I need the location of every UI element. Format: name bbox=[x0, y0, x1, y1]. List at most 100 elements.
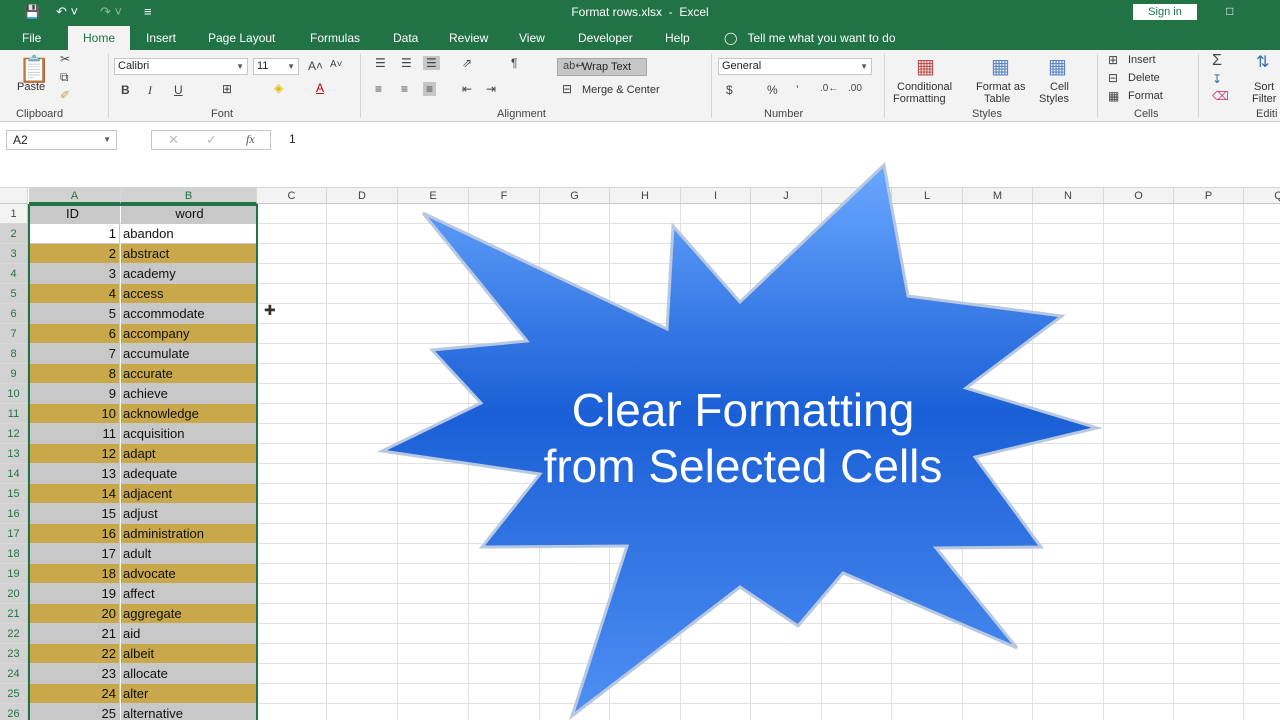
decrease-decimal-icon[interactable]: .00 bbox=[848, 83, 862, 94]
format-painter-icon[interactable]: ✐ bbox=[60, 88, 70, 102]
id-cell[interactable]: 18 bbox=[29, 564, 120, 584]
header-cell-word[interactable]: word bbox=[121, 204, 256, 224]
row-header[interactable]: 12 bbox=[0, 424, 28, 444]
word-cell[interactable]: abstract bbox=[121, 244, 256, 264]
insert-function-icon[interactable]: fx bbox=[246, 132, 255, 147]
row-header[interactable]: 10 bbox=[0, 384, 28, 404]
text-direction-icon[interactable]: ¶ bbox=[511, 56, 517, 70]
merge-center-icon[interactable]: ⊟ bbox=[562, 82, 572, 96]
column-header-b[interactable]: B bbox=[121, 188, 257, 204]
tab-data[interactable]: Data bbox=[387, 26, 424, 50]
id-cell[interactable]: 24 bbox=[29, 684, 120, 704]
word-cell[interactable]: alter bbox=[121, 684, 256, 704]
percent-icon[interactable]: % bbox=[767, 83, 778, 97]
tab-insert[interactable]: Insert bbox=[140, 26, 182, 50]
align-center-icon[interactable]: ≡ bbox=[401, 82, 408, 96]
tab-developer[interactable]: Developer bbox=[572, 26, 639, 50]
conditional-formatting-icon[interactable]: ▦ bbox=[916, 54, 935, 79]
select-all-corner[interactable] bbox=[0, 188, 28, 204]
column-header-j[interactable]: J bbox=[751, 188, 822, 204]
row-header[interactable]: 22 bbox=[0, 624, 28, 644]
ribbon-display-icon[interactable]: □ bbox=[1226, 4, 1233, 18]
italic-icon[interactable]: I bbox=[148, 83, 152, 98]
row-header[interactable]: 24 bbox=[0, 664, 28, 684]
row-header[interactable]: 17 bbox=[0, 524, 28, 544]
format-cells-button[interactable]: Format bbox=[1128, 90, 1163, 102]
increase-indent-icon[interactable]: ⇥ bbox=[486, 82, 496, 96]
sign-in-button[interactable]: Sign in bbox=[1133, 4, 1197, 20]
column-header-i[interactable]: I bbox=[681, 188, 751, 204]
currency-icon[interactable]: $ bbox=[726, 83, 733, 97]
column-header-o[interactable]: O bbox=[1104, 188, 1174, 204]
column-header-e[interactable]: E bbox=[398, 188, 469, 204]
font-size-select[interactable]: 11 ▼ bbox=[253, 58, 299, 75]
word-cell[interactable]: affect bbox=[121, 584, 256, 604]
id-cell[interactable]: 9 bbox=[29, 384, 120, 404]
row-header[interactable]: 21 bbox=[0, 604, 28, 624]
row-header[interactable]: 16 bbox=[0, 504, 28, 524]
word-cell[interactable]: accurate bbox=[121, 364, 256, 384]
row-header[interactable]: 15 bbox=[0, 484, 28, 504]
id-cell[interactable]: 2 bbox=[29, 244, 120, 264]
id-cell[interactable]: 7 bbox=[29, 344, 120, 364]
id-cell[interactable]: 25 bbox=[29, 704, 120, 720]
column-header-k[interactable]: K bbox=[822, 188, 892, 204]
cancel-icon[interactable]: ✕ bbox=[168, 132, 179, 148]
row-header[interactable]: 11 bbox=[0, 404, 28, 424]
id-cell[interactable]: 1 bbox=[29, 224, 120, 244]
word-cell[interactable]: accumulate bbox=[121, 344, 256, 364]
tab-review[interactable]: Review bbox=[443, 26, 494, 50]
column-header-d[interactable]: D bbox=[327, 188, 398, 204]
align-middle-icon[interactable]: ☰ bbox=[401, 56, 412, 70]
word-cell[interactable]: acquisition bbox=[121, 424, 256, 444]
word-cell[interactable]: adjust bbox=[121, 504, 256, 524]
header-cell-id[interactable]: ID bbox=[29, 204, 120, 224]
id-cell[interactable]: 22 bbox=[29, 644, 120, 664]
id-cell[interactable]: 11 bbox=[29, 424, 120, 444]
format-as-table-icon[interactable]: ▦ bbox=[991, 54, 1010, 79]
id-cell[interactable]: 12 bbox=[29, 444, 120, 464]
insert-cells-button[interactable]: Insert bbox=[1128, 54, 1156, 66]
bold-icon[interactable]: B bbox=[121, 83, 130, 97]
word-cell[interactable]: alternative bbox=[121, 704, 256, 720]
column-header-c[interactable]: C bbox=[257, 188, 327, 204]
column-header-h[interactable]: H bbox=[610, 188, 681, 204]
id-cell[interactable]: 14 bbox=[29, 484, 120, 504]
word-cell[interactable]: aggregate bbox=[121, 604, 256, 624]
conditional-formatting-button[interactable]: Conditional bbox=[897, 81, 952, 93]
row-header[interactable]: 8 bbox=[0, 344, 28, 364]
id-cell[interactable]: 8 bbox=[29, 364, 120, 384]
font-name-select[interactable]: Calibri ▼ bbox=[114, 58, 248, 75]
id-cell[interactable]: 19 bbox=[29, 584, 120, 604]
id-cell[interactable]: 3 bbox=[29, 264, 120, 284]
column-header-q[interactable]: Q bbox=[1244, 188, 1280, 204]
tell-me-box[interactable]: ◯ Tell me what you want to do bbox=[724, 26, 896, 50]
sort-filter-button[interactable]: Sort bbox=[1254, 81, 1274, 93]
word-cell[interactable]: administration bbox=[121, 524, 256, 544]
number-format-select[interactable]: General ▼ bbox=[718, 58, 872, 75]
underline-icon[interactable]: U bbox=[174, 83, 183, 97]
tab-file[interactable]: File bbox=[16, 26, 47, 50]
row-header[interactable]: 7 bbox=[0, 324, 28, 344]
id-cell[interactable]: 4 bbox=[29, 284, 120, 304]
id-cell[interactable]: 16 bbox=[29, 524, 120, 544]
row-header[interactable]: 18 bbox=[0, 544, 28, 564]
delete-cells-button[interactable]: Delete bbox=[1128, 72, 1160, 84]
word-cell[interactable]: allocate bbox=[121, 664, 256, 684]
row-header[interactable]: 23 bbox=[0, 644, 28, 664]
copy-icon[interactable]: ⧉ bbox=[60, 70, 69, 85]
fill-icon[interactable]: ↧ bbox=[1212, 72, 1222, 86]
tab-home[interactable]: Home bbox=[68, 26, 130, 50]
decrease-font-icon[interactable]: A˅ bbox=[330, 59, 343, 70]
column-header-l[interactable]: L bbox=[892, 188, 963, 204]
word-cell[interactable]: adequate bbox=[121, 464, 256, 484]
row-header[interactable]: 4 bbox=[0, 264, 28, 284]
tab-view[interactable]: View bbox=[513, 26, 551, 50]
id-cell[interactable]: 20 bbox=[29, 604, 120, 624]
word-cell[interactable]: accommodate bbox=[121, 304, 256, 324]
id-cell[interactable]: 10 bbox=[29, 404, 120, 424]
row-header[interactable]: 20 bbox=[0, 584, 28, 604]
column-header-g[interactable]: G bbox=[540, 188, 610, 204]
word-cell[interactable]: advocate bbox=[121, 564, 256, 584]
cut-icon[interactable]: ✂ bbox=[60, 52, 70, 66]
